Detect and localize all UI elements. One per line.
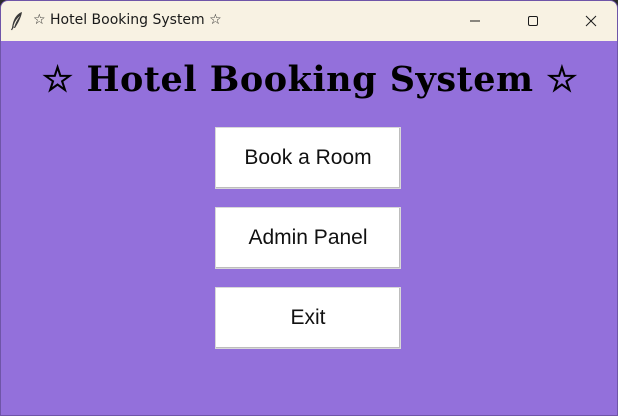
- close-button[interactable]: [563, 1, 617, 41]
- page-title: ☆ Hotel Booking System ☆: [41, 59, 579, 100]
- title-bar[interactable]: ☆ Hotel Booking System ☆: [1, 1, 617, 41]
- maximize-button[interactable]: [505, 1, 561, 41]
- admin-panel-button[interactable]: Admin Panel: [215, 207, 401, 269]
- exit-button[interactable]: Exit: [215, 287, 401, 349]
- main-content: ☆ Hotel Booking System ☆ Book a Room Adm…: [1, 41, 617, 415]
- minimize-icon: [469, 15, 481, 27]
- maximize-icon: [527, 15, 539, 27]
- window-title: ☆ Hotel Booking System ☆: [33, 12, 222, 28]
- close-icon: [585, 15, 597, 27]
- minimize-button[interactable]: [447, 1, 503, 41]
- app-window: ☆ Hotel Booking System ☆ ☆ Hotel Booking…: [0, 0, 618, 416]
- book-room-button[interactable]: Book a Room: [215, 127, 401, 189]
- feather-icon: [9, 11, 25, 31]
